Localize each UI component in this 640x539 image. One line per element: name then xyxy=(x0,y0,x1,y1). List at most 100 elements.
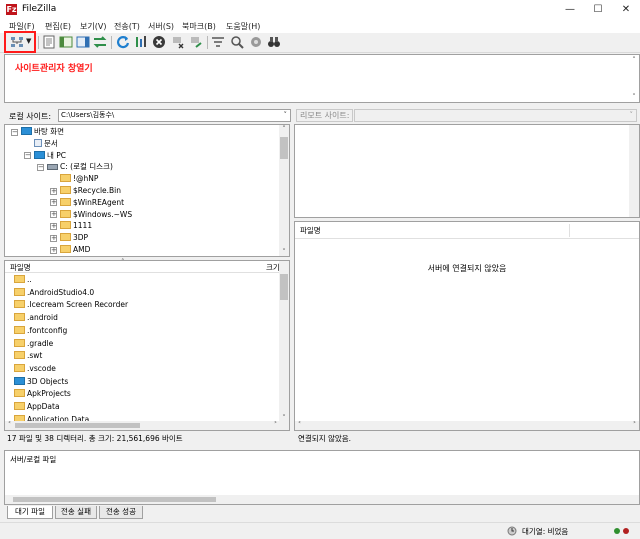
local-list-scrollbar[interactable]: ˅ xyxy=(279,261,289,422)
tree-expander-icon[interactable]: + xyxy=(50,222,57,230)
file-row[interactable]: .gradle xyxy=(14,338,53,351)
tree-expander-icon[interactable]: − xyxy=(24,152,31,160)
queue-hscrollbar[interactable] xyxy=(5,495,639,504)
scroll-thumb[interactable] xyxy=(15,423,140,428)
scroll-thumb[interactable] xyxy=(13,497,216,502)
menu-transfer[interactable]: 전송(T) xyxy=(114,21,140,32)
column-header-filename[interactable]: 파일명 xyxy=(10,262,31,273)
scroll-down-arrow-icon[interactable]: ˅ xyxy=(630,93,638,101)
drive-icon xyxy=(47,164,58,171)
file-row[interactable]: .fontconfig xyxy=(14,325,67,338)
remote-list-hscrollbar[interactable]: ˂ ˃ xyxy=(295,421,639,430)
remote-tree-icon[interactable] xyxy=(76,35,90,49)
menu-edit[interactable]: 편집(E) xyxy=(45,21,71,32)
tree-item[interactable]: $Recycle.Bin xyxy=(60,185,121,197)
tree-item-label: 1111 xyxy=(73,221,93,231)
scroll-left-arrow-icon[interactable]: ˂ xyxy=(6,421,13,430)
message-log-panel: 사이트관리자 창열기 ˄ ˅ xyxy=(4,54,640,103)
local-tree-scrollbar[interactable]: ˄ ˅ xyxy=(279,125,289,256)
binoculars-icon[interactable] xyxy=(267,35,281,49)
file-row[interactable]: .AndroidStudio4.0 xyxy=(14,287,94,300)
tree-item-label: 내 PC xyxy=(47,150,67,160)
file-name: 3D Objects xyxy=(27,376,69,386)
remote-empty-message: 서버에 연결되지 않았음 xyxy=(427,264,507,273)
tree-item[interactable]: 내 PC xyxy=(34,150,66,162)
queue-status-text: 대기열: 비었음 xyxy=(522,527,569,536)
scroll-right-arrow-icon[interactable]: ˃ xyxy=(631,421,638,430)
file-row[interactable]: .Icecream Screen Recorder xyxy=(14,299,128,312)
path-dropdown-icon[interactable]: ˅ xyxy=(284,110,288,121)
tree-expander-icon[interactable]: + xyxy=(50,187,57,195)
file-name: .Icecream Screen Recorder xyxy=(27,300,129,310)
menu-help[interactable]: 도움말(H) xyxy=(226,21,260,32)
queue-column-header[interactable]: 서버/로컬 파일 xyxy=(10,454,56,465)
scroll-up-arrow-icon[interactable]: ˄ xyxy=(280,125,288,133)
file-row[interactable]: .vscode xyxy=(14,363,56,376)
column-header-filename[interactable]: 파일명 xyxy=(300,225,321,236)
tree-expander-icon[interactable]: + xyxy=(50,211,57,219)
maximize-button[interactable]: ☐ xyxy=(584,0,612,20)
tree-item[interactable]: C: (로컬 디스크) xyxy=(47,161,113,173)
search-icon[interactable] xyxy=(230,35,244,49)
tree-item[interactable]: $WinREAgent xyxy=(60,197,124,209)
folder-icon xyxy=(14,402,25,410)
disconnect-icon[interactable] xyxy=(171,35,185,49)
scroll-right-arrow-icon[interactable]: ˃ xyxy=(272,421,279,430)
tree-item[interactable]: 문서 xyxy=(34,138,58,150)
tab-successful-transfers[interactable]: 전송 성공 xyxy=(99,506,143,519)
minimize-button[interactable]: — xyxy=(556,0,584,20)
local-tree-icon[interactable] xyxy=(59,35,73,49)
close-button[interactable]: ✕ xyxy=(612,0,640,20)
local-site-label: 로컬 사이트: xyxy=(9,112,52,121)
filter-icon[interactable] xyxy=(211,35,225,49)
tree-item[interactable]: AMD xyxy=(60,244,90,256)
remote-site-path-input[interactable]: ˅ xyxy=(354,109,637,122)
compare-icon[interactable] xyxy=(249,35,263,49)
tree-item[interactable]: 바탕 화면 xyxy=(21,126,64,138)
folder-icon xyxy=(60,174,71,183)
file-row[interactable]: AppData xyxy=(14,401,60,414)
tree-item[interactable]: $Windows.~WS xyxy=(60,209,132,221)
file-row[interactable]: ApkProjects xyxy=(14,388,71,401)
tree-item[interactable]: 3DP xyxy=(60,232,88,244)
scroll-up-arrow-icon[interactable]: ˄ xyxy=(630,56,638,64)
doc-icon xyxy=(34,138,42,147)
cancel-icon[interactable] xyxy=(152,35,166,49)
menu-server[interactable]: 서버(S) xyxy=(148,21,174,32)
folder-icon xyxy=(60,197,71,206)
tree-expander-icon[interactable]: + xyxy=(50,246,57,254)
tab-queued-files[interactable]: 대기 파일 xyxy=(7,506,53,519)
tree-expander-icon[interactable]: − xyxy=(37,163,44,171)
scroll-thumb[interactable] xyxy=(280,137,288,159)
tab-failed-transfers[interactable]: 전송 실패 xyxy=(55,506,97,519)
local-site-path-input[interactable]: C:\Users\김동수\ ˅ xyxy=(58,109,291,122)
menu-bar: 파일(F) 편집(E) 보기(V) 전송(T) 서버(S) 북마크(B) 도움말… xyxy=(0,20,640,33)
file-row[interactable]: .. xyxy=(14,274,32,287)
process-queue-icon[interactable] xyxy=(134,35,148,49)
transfer-queue-icon[interactable] xyxy=(93,35,107,49)
menu-view[interactable]: 보기(V) xyxy=(80,21,106,32)
column-header-size[interactable]: 크기 xyxy=(266,262,280,273)
remote-tree-scrollbar[interactable] xyxy=(629,125,639,217)
reconnect-icon[interactable] xyxy=(189,35,203,49)
file-row[interactable]: 3D Objects xyxy=(14,376,68,389)
file-name: ApkProjects xyxy=(27,389,71,399)
tree-expander-icon[interactable]: − xyxy=(11,128,18,136)
tree-item[interactable]: !@hNP xyxy=(60,173,98,185)
tree-expander-icon[interactable]: + xyxy=(50,199,57,207)
folder-icon xyxy=(14,287,25,296)
message-log-icon[interactable] xyxy=(42,35,56,49)
site-manager-highlight xyxy=(4,31,36,53)
scroll-down-arrow-icon[interactable]: ˅ xyxy=(280,248,288,256)
refresh-icon[interactable] xyxy=(116,35,130,49)
tree-item-label: !@hNP xyxy=(73,174,99,184)
local-list-hscrollbar[interactable]: ˂ ˃ xyxy=(5,421,289,430)
scroll-thumb[interactable] xyxy=(280,274,288,300)
file-row[interactable]: .android xyxy=(14,312,58,325)
scroll-left-arrow-icon[interactable]: ˂ xyxy=(296,421,303,430)
tree-expander-icon[interactable]: + xyxy=(50,234,57,242)
tree-item[interactable]: 1111 xyxy=(60,220,92,232)
file-row[interactable]: .swt xyxy=(14,350,42,363)
remote-path-dropdown-icon[interactable]: ˅ xyxy=(630,110,634,121)
menu-bookmarks[interactable]: 북마크(B) xyxy=(182,21,216,32)
